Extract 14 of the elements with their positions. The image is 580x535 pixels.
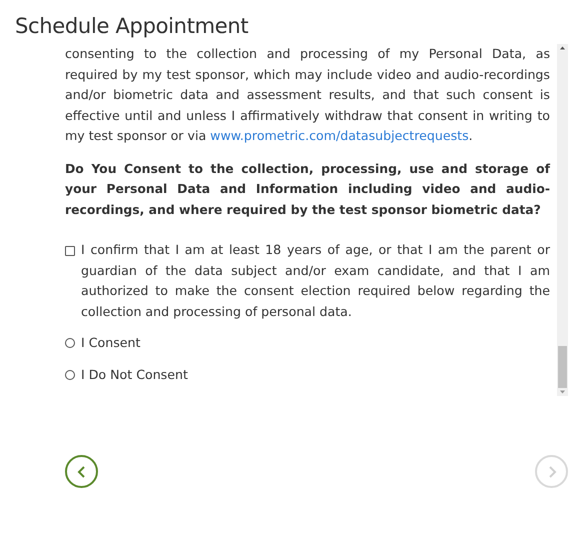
confirmation-label: I confirm that I am at least 18 years of age, or that I am the parent or guardian of the data subject and/or exam candidate, and that I am authorized to make the consent election required below regarding the collection and processing of personal data. xyxy=(81,241,550,321)
scrollbar-thumb[interactable] xyxy=(558,346,567,388)
consent-question: Do You Consent to the collection, processing, use and storage of your Personal Data and Information including video and audio-recordings, and where required by the test sponsor biometric data? xyxy=(65,160,550,219)
radio-button[interactable] xyxy=(65,338,75,348)
option-label: I Consent xyxy=(81,334,140,352)
scrollbar[interactable] xyxy=(557,44,568,396)
scroll-up-icon[interactable] xyxy=(557,44,568,52)
back-button[interactable] xyxy=(65,455,98,488)
option-label: I Do Not Consent xyxy=(81,366,188,384)
link[interactable]: www.prometric.com/datasubjectrequests xyxy=(210,128,469,143)
consent-paragraph: consenting to the collection and processing of my Personal Data, as required by my test sponsor, which may include video and audio-recordings and/or biometric data and assessment results, and that such consent is effective until and unless I affirmatively withdraw that consent in writing to my test sponsor or via www.prometric.com/datasubjectrequests. xyxy=(65,45,550,145)
page-title: Schedule Appointment xyxy=(15,14,250,38)
checkbox[interactable] xyxy=(65,246,75,256)
radio-button[interactable] xyxy=(65,370,75,380)
